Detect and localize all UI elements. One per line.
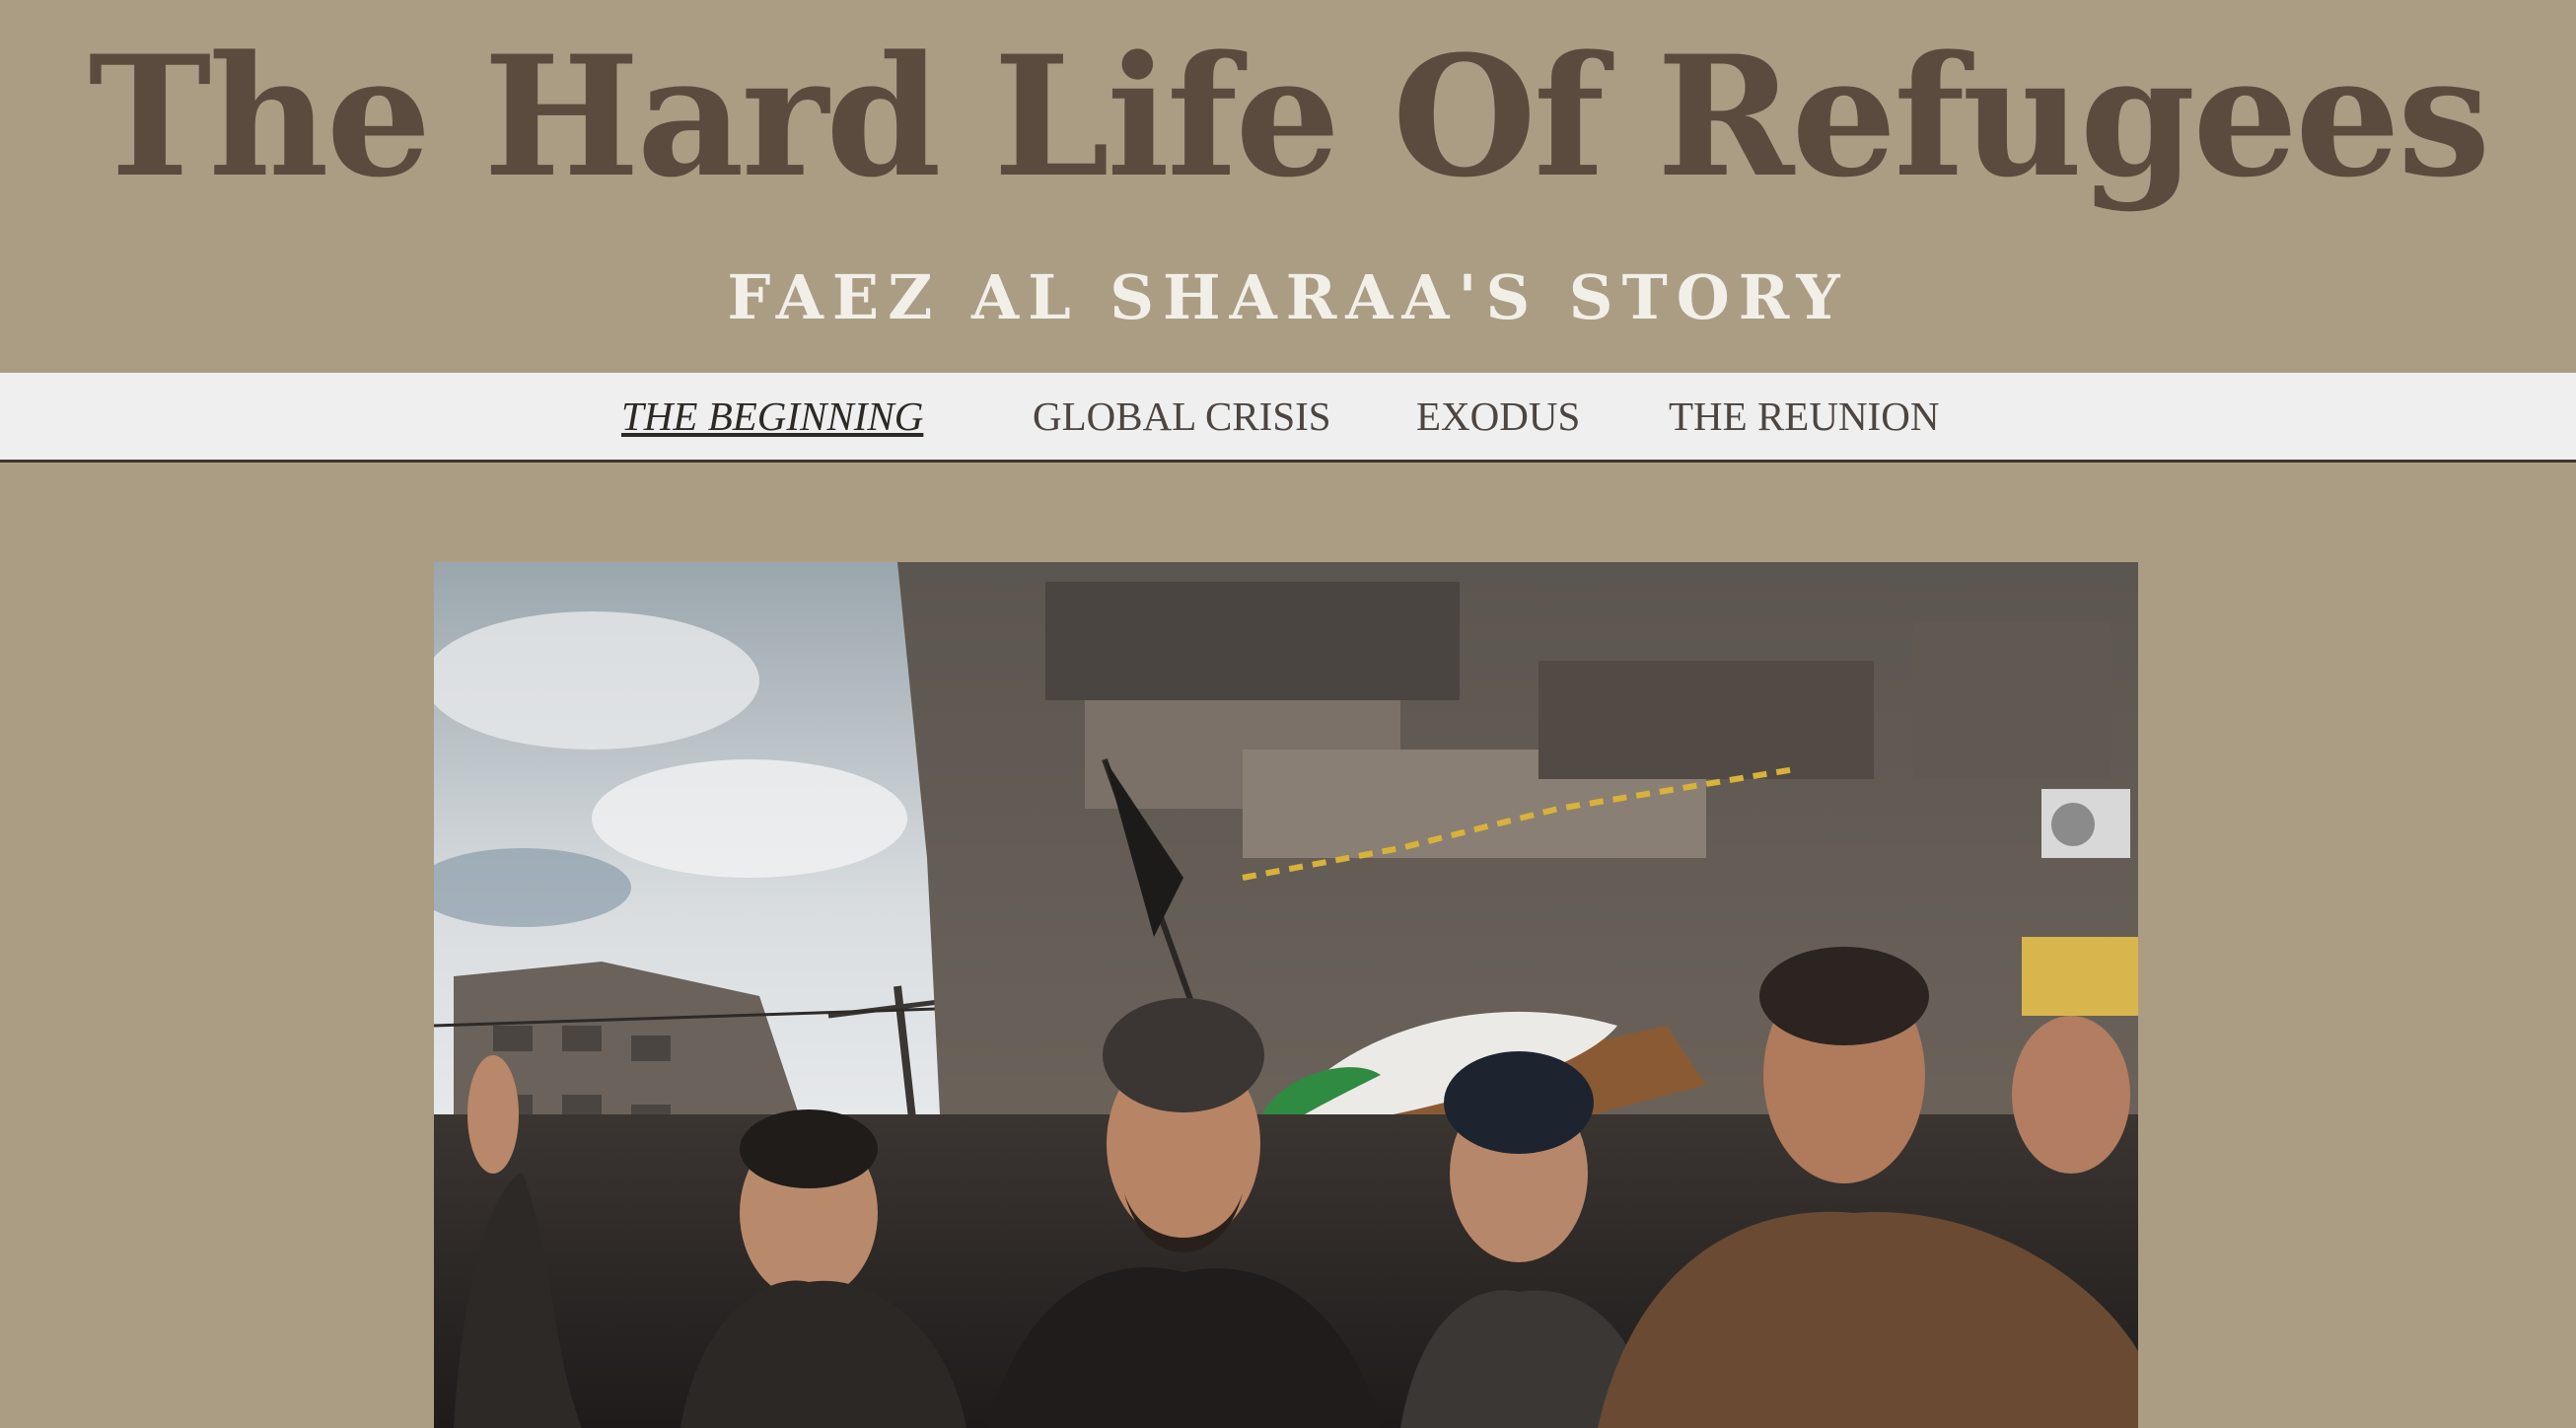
page-title: The Hard Life Of Refugees (88, 19, 2490, 214)
hero-photo-illustration (434, 562, 2138, 1428)
nav-item-the-reunion[interactable]: THE REUNION (1669, 373, 1939, 460)
nav-item-the-beginning[interactable]: THE BEGINNING (621, 373, 923, 460)
page-subtitle: FAEZ AL SHARAA'S STORY (727, 261, 1849, 333)
site-header: The Hard Life Of Refugees FAEZ AL SHARAA… (0, 0, 2576, 373)
hero-photo (434, 562, 2138, 1428)
nav-item-exodus[interactable]: EXODUS (1416, 373, 1580, 460)
nav-item-global-crisis[interactable]: GLOBAL CRISIS (1033, 373, 1331, 460)
main-nav: THE BEGINNING GLOBAL CRISIS EXODUS THE R… (0, 373, 2576, 463)
